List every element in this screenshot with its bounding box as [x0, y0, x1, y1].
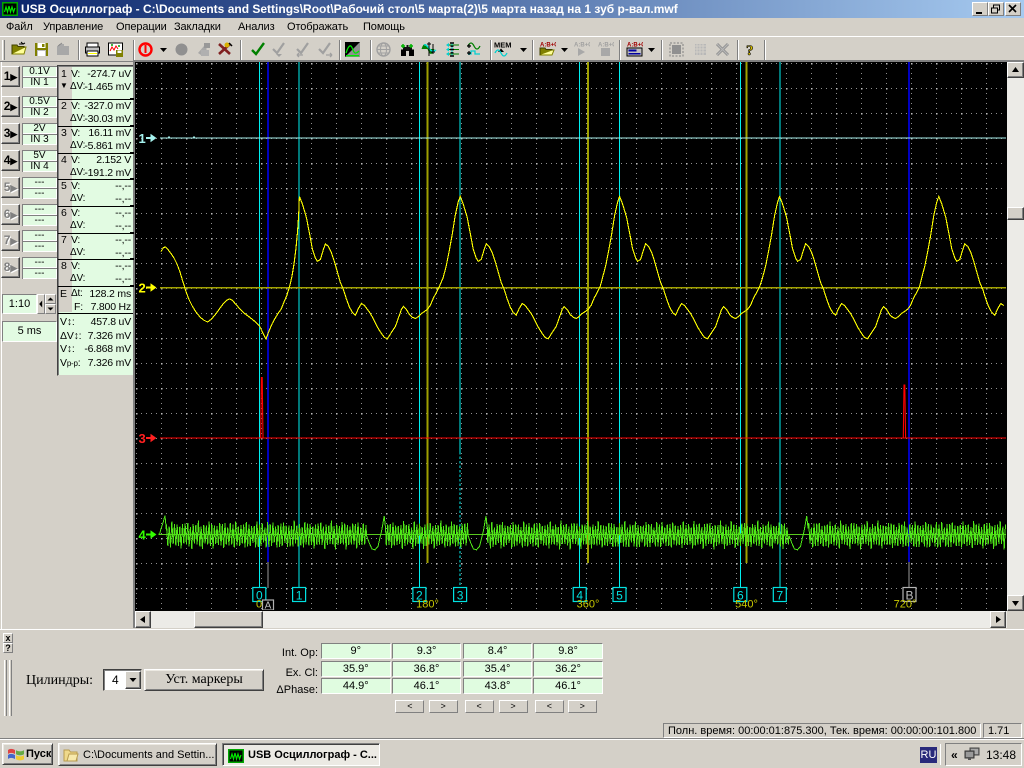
svg-text:540°: 540°	[735, 599, 758, 611]
svg-text:7: 7	[776, 589, 783, 603]
svg-text:2: 2	[139, 281, 146, 296]
svg-text:360°: 360°	[577, 599, 600, 611]
svg-text:3: 3	[139, 431, 146, 446]
svg-text:A:B+C: A:B+C	[574, 43, 590, 49]
svg-text:A: A	[265, 601, 272, 611]
svg-text:720°: 720°	[894, 599, 917, 611]
svg-text:180°: 180°	[416, 599, 439, 611]
svg-text:?: ?	[746, 43, 754, 58]
svg-text:4: 4	[139, 528, 147, 543]
svg-text:1: 1	[296, 589, 303, 603]
svg-text:A:B+C: A:B+C	[598, 43, 614, 49]
svg-text:1: 1	[139, 131, 146, 146]
svg-text:5: 5	[616, 589, 623, 603]
svg-text:3: 3	[457, 589, 464, 603]
svg-text:MEM: MEM	[494, 41, 511, 50]
svg-text:0: 0	[256, 599, 262, 611]
